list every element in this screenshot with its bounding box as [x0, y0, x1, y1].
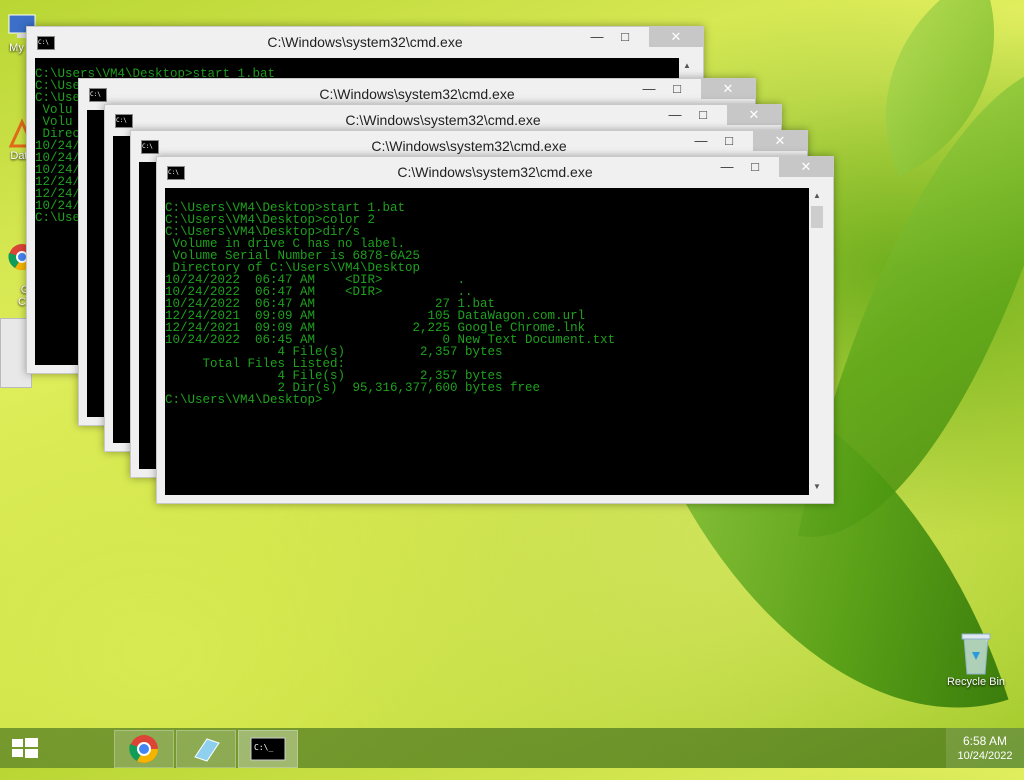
- taskbar-chrome[interactable]: [114, 730, 174, 768]
- maximize-button[interactable]: □: [611, 27, 639, 47]
- clock-date: 10/24/2022: [957, 750, 1013, 762]
- maximize-button[interactable]: □: [741, 157, 769, 177]
- scrollbar-thumb[interactable]: [811, 206, 823, 228]
- chrome-icon: [129, 735, 158, 763]
- svg-text:C:\_: C:\_: [254, 743, 273, 752]
- close-button[interactable]: ✕: [701, 79, 755, 99]
- close-button[interactable]: ✕: [779, 157, 833, 177]
- taskbar: C:\_ 6:58 AM 10/24/2022: [0, 728, 1024, 768]
- maximize-button[interactable]: □: [663, 79, 691, 99]
- minimize-button[interactable]: —: [635, 79, 663, 99]
- title-bar[interactable]: C:\ C:\Windows\system32\cmd.exe — □ ✕: [157, 157, 833, 187]
- windows-logo-icon: [12, 738, 38, 758]
- scroll-down-icon[interactable]: ▼: [809, 479, 825, 495]
- minimize-button[interactable]: —: [687, 131, 715, 151]
- start-button[interactable]: [0, 728, 50, 768]
- vertical-scrollbar[interactable]: ▲ ▼: [809, 188, 825, 495]
- taskbar-cmd[interactable]: C:\_: [238, 730, 298, 768]
- maximize-button[interactable]: □: [689, 105, 717, 125]
- scroll-up-icon[interactable]: ▲: [809, 188, 825, 204]
- taskbar-explorer[interactable]: [176, 730, 236, 768]
- recycle-bin-icon: [961, 633, 991, 675]
- notepad-icon: [194, 738, 220, 762]
- system-clock[interactable]: 6:58 AM 10/24/2022: [946, 728, 1024, 768]
- maximize-button[interactable]: □: [715, 131, 743, 151]
- clock-time: 6:58 AM: [962, 734, 1008, 748]
- console-line: C:\Users\VM4\Desktop>: [165, 393, 323, 407]
- desktop-icon-recycle-bin[interactable]: Recycle Bin: [940, 630, 1012, 688]
- scroll-up-icon[interactable]: ▲: [679, 58, 695, 74]
- close-button[interactable]: ✕: [753, 131, 807, 151]
- close-button[interactable]: ✕: [727, 105, 781, 125]
- minimize-button[interactable]: —: [713, 157, 741, 177]
- console-output[interactable]: C:\Users\VM4\Desktop>start 1.bat C:\Users…: [165, 188, 809, 495]
- minimize-button[interactable]: —: [583, 27, 611, 47]
- title-bar[interactable]: C:\ C:\Windows\system32\cmd.exe — □ ✕: [27, 27, 703, 57]
- cmd-window-active[interactable]: C:\ C:\Windows\system32\cmd.exe — □ ✕ C:…: [156, 156, 834, 504]
- cmd-icon: C:\_: [250, 737, 286, 761]
- close-button[interactable]: ✕: [649, 27, 703, 47]
- minimize-button[interactable]: —: [661, 105, 689, 125]
